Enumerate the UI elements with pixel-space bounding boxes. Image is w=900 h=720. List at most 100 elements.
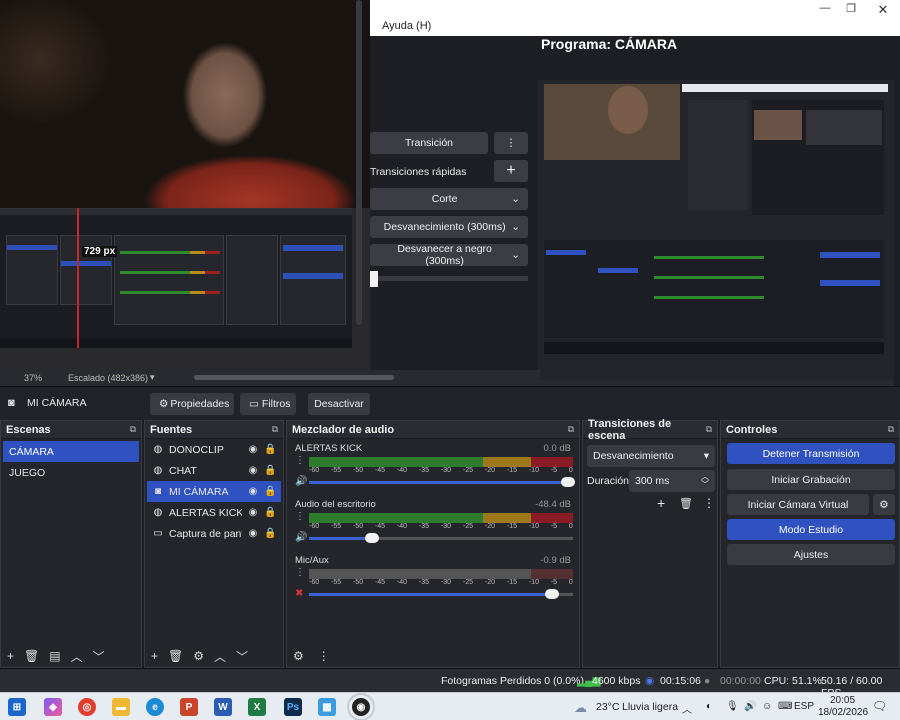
quick-transition-cut[interactable]: Corte ⌄ bbox=[370, 188, 528, 210]
volume-slider-handle[interactable] bbox=[365, 533, 380, 543]
undock-icon[interactable]: ⧉ bbox=[706, 424, 712, 435]
powerpoint-icon[interactable]: P bbox=[180, 698, 198, 716]
trash-icon[interactable]: 🗑 bbox=[679, 497, 693, 510]
undock-icon[interactable]: ⧉ bbox=[272, 424, 278, 435]
volume-slider[interactable] bbox=[309, 589, 573, 599]
lock-icon[interactable]: 🔒 bbox=[264, 486, 276, 497]
scene-item-juego[interactable]: JUEGO bbox=[3, 462, 139, 483]
studio-mode-button[interactable]: Modo Estudio bbox=[727, 519, 895, 540]
transition-button[interactable]: Transición bbox=[370, 132, 488, 154]
edge-icon[interactable]: e bbox=[146, 698, 164, 716]
scale-label[interactable]: Escalado (482x386) bbox=[68, 373, 148, 383]
volume-slider[interactable] bbox=[309, 533, 573, 543]
filters-button[interactable]: ▭ Filtros bbox=[240, 393, 296, 415]
settings-button[interactable]: Ajustes bbox=[727, 544, 895, 565]
add-quick-transition-icon[interactable]: + bbox=[494, 160, 528, 182]
preview-scrollbar[interactable] bbox=[356, 0, 362, 325]
eye-icon[interactable]: ◉ bbox=[247, 465, 259, 476]
chevron-up-icon[interactable]: ︿ bbox=[71, 648, 83, 665]
lock-icon[interactable]: 🔒 bbox=[264, 465, 276, 476]
transition-menu-icon[interactable]: ⋮ bbox=[494, 132, 528, 154]
volume-slider-handle[interactable] bbox=[560, 477, 575, 487]
trash-icon[interactable]: 🗑 bbox=[24, 649, 39, 663]
quick-transition-fade-black[interactable]: Desvanecer a negro (300ms) ⌄ bbox=[370, 243, 528, 267]
volume-slider-handle[interactable] bbox=[544, 589, 559, 599]
clock-time[interactable]: 20:05 bbox=[830, 695, 855, 706]
language-indicator[interactable]: ESP bbox=[794, 701, 814, 712]
scene-item-camara[interactable]: CÁMARA bbox=[3, 441, 139, 462]
menu-icon[interactable]: ⋮ bbox=[703, 496, 715, 510]
volume-icon[interactable]: 🔊 bbox=[744, 701, 756, 712]
undock-icon[interactable]: ⧉ bbox=[888, 424, 894, 435]
chevron-up-icon[interactable]: ︿ bbox=[682, 701, 692, 716]
deactivate-button[interactable]: Desactivar bbox=[308, 393, 370, 415]
accessibility-icon[interactable]: ☺ bbox=[762, 701, 772, 712]
chevron-up-icon[interactable]: ︿ bbox=[214, 648, 226, 665]
channel-menu-icon[interactable]: ⋮ bbox=[295, 512, 305, 522]
source-item[interactable]: ◍ ALERTAS KICK ◉ 🔒 bbox=[147, 502, 281, 523]
start-virtual-camera-button[interactable]: Iniciar Cámara Virtual bbox=[727, 494, 869, 515]
duration-input[interactable]: 300 ms ︿ ﹀ bbox=[629, 470, 715, 492]
source-item[interactable]: ◙ MI CÁMARA ◉ 🔒 bbox=[147, 481, 281, 502]
spin-icon[interactable]: ︿ ﹀ bbox=[701, 473, 709, 489]
microphone-icon[interactable]: 🎙 bbox=[726, 701, 739, 712]
photoshop-icon[interactable]: Ps bbox=[284, 698, 302, 716]
scale-dropdown-icon[interactable]: ▾ bbox=[150, 372, 155, 383]
add-icon[interactable]: + bbox=[7, 649, 14, 663]
mixer-menu-icon[interactable]: ⋮ bbox=[318, 649, 330, 663]
undock-icon[interactable]: ⧉ bbox=[568, 424, 574, 435]
chrome-icon[interactable]: ◎ bbox=[78, 698, 96, 716]
channel-menu-icon[interactable]: ⋮ bbox=[295, 456, 305, 466]
color-icon[interactable]: ◐ bbox=[706, 701, 712, 712]
clock-date[interactable]: 18/02/2026 bbox=[818, 707, 868, 718]
stop-stream-button[interactable]: Detener Transmisión bbox=[727, 443, 895, 464]
volume-slider[interactable] bbox=[309, 477, 575, 487]
notification-icon[interactable]: 🗨 bbox=[872, 699, 887, 713]
gear-icon[interactable]: ⚙ bbox=[873, 494, 895, 515]
transition-select[interactable]: Desvanecimiento ▾ bbox=[587, 445, 715, 467]
lock-icon[interactable]: 🔒 bbox=[264, 444, 276, 455]
zoom-level[interactable]: 37% bbox=[24, 373, 42, 383]
eye-icon[interactable]: ◉ bbox=[247, 486, 259, 497]
studio-preview[interactable]: 729 px bbox=[0, 0, 370, 370]
lock-icon[interactable]: 🔒 bbox=[264, 507, 276, 518]
windows-start-icon[interactable]: ⊞ bbox=[8, 698, 26, 716]
close-icon[interactable]: ✕ bbox=[872, 2, 894, 17]
horizontal-scrollbar[interactable] bbox=[194, 375, 394, 380]
transition-slider-handle[interactable] bbox=[370, 271, 378, 287]
weather-temp[interactable]: 23°C bbox=[596, 701, 619, 713]
undock-icon[interactable]: ⧉ bbox=[130, 424, 136, 435]
gear-icon[interactable]: ⚙ bbox=[193, 649, 204, 663]
mixer-settings-icon[interactable]: ⚙ bbox=[293, 649, 304, 663]
speaker-icon[interactable]: 🔊 bbox=[295, 532, 307, 543]
menu-help[interactable]: Ayuda (H) bbox=[382, 20, 431, 32]
store-icon[interactable]: ▦ bbox=[318, 698, 336, 716]
restore-icon[interactable]: ❐ bbox=[840, 2, 862, 16]
excel-icon[interactable]: X bbox=[248, 698, 266, 716]
source-item[interactable]: ◍ DONOCLIP ◉ 🔒 bbox=[147, 439, 281, 460]
keyboard-icon[interactable]: ⌨ bbox=[778, 701, 792, 712]
transition-slider[interactable] bbox=[370, 271, 528, 287]
minimize-icon[interactable]: — bbox=[814, 2, 836, 16]
chevron-down-icon[interactable]: ﹀ bbox=[93, 648, 105, 665]
trash-icon[interactable]: 🗑 bbox=[168, 649, 183, 663]
add-icon[interactable]: + bbox=[151, 649, 158, 663]
eye-icon[interactable]: ◉ bbox=[247, 507, 259, 518]
eye-icon[interactable]: ◉ bbox=[247, 444, 259, 455]
source-item[interactable]: ▭Captura de pantalla◉🔒 bbox=[147, 523, 281, 544]
eye-icon[interactable]: ◉ bbox=[247, 528, 259, 539]
file-explorer-icon[interactable]: ▬ bbox=[112, 698, 130, 716]
weather-text[interactable]: Lluvia ligera bbox=[622, 701, 678, 713]
channel-menu-icon[interactable]: ⋮ bbox=[295, 568, 305, 578]
start-recording-button[interactable]: Iniciar Grabación bbox=[727, 469, 895, 490]
obs-icon[interactable]: ◉ bbox=[347, 693, 375, 720]
copilot-icon[interactable]: ◈ bbox=[44, 698, 62, 716]
filter-icon[interactable]: ▤ bbox=[49, 649, 60, 663]
muted-speaker-icon[interactable]: ✖ bbox=[295, 588, 303, 599]
chevron-down-icon[interactable]: ﹀ bbox=[236, 648, 248, 665]
source-item[interactable]: ◍ CHAT ◉ 🔒 bbox=[147, 460, 281, 481]
properties-button[interactable]: ⚙ Propiedades bbox=[150, 393, 234, 415]
speaker-icon[interactable]: 🔊 bbox=[295, 476, 307, 487]
add-icon[interactable]: + bbox=[657, 495, 665, 511]
word-icon[interactable]: W bbox=[214, 698, 232, 716]
